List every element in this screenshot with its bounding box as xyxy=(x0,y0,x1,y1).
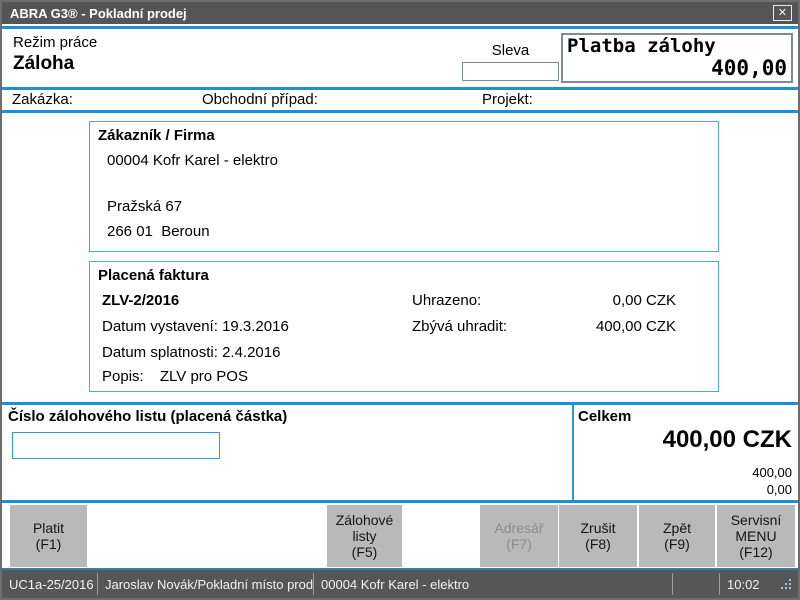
project-label: Projekt: xyxy=(482,91,533,108)
app-window: ABRA G3® - Pokladní prodej ✕ Režim práce… xyxy=(0,0,800,600)
invoice-due-date: Datum splatnosti: 2.4.2016 xyxy=(102,344,280,361)
divider xyxy=(672,573,673,595)
function-button-row: Platit (F1) Zálohové listy (F5) Adresář … xyxy=(2,503,798,568)
remaining-amount-row: Zbývá uhradit: 400,00 CZK xyxy=(90,318,718,338)
back-button-key: (F9) xyxy=(664,536,690,552)
summary-section: Číslo zálohového listu (placená částka) … xyxy=(2,405,798,500)
address-book-button: Adresář (F7) xyxy=(480,505,558,567)
status-user: Jaroslav Novák/Pokladní místo prod. xyxy=(98,577,313,592)
paid-invoice-box: Placená faktura ZLV-2/2016 Datum vystave… xyxy=(89,261,719,392)
back-button-label: Zpět xyxy=(663,520,691,536)
window-title: ABRA G3® - Pokladní prodej xyxy=(10,6,187,21)
status-clock: 10:02 xyxy=(720,577,764,592)
pay-button-key: (F1) xyxy=(36,536,62,552)
work-mode-label: Režim práce xyxy=(13,34,97,51)
remaining-label: Zbývá uhradit: xyxy=(412,318,507,335)
subtotal-value: 400,00 xyxy=(752,465,792,480)
deposit-lists-button[interactable]: Zálohové listy (F5) xyxy=(327,505,402,567)
customer-city: 266 01 Beroun xyxy=(107,223,210,240)
discount-input[interactable] xyxy=(462,62,559,81)
pay-button-label: Platit xyxy=(33,520,64,536)
status-doc-number: UC1a-25/2016 xyxy=(2,577,97,592)
remaining-value: 400,00 CZK xyxy=(596,318,676,335)
total-panel: Celkem 400,00 CZK 400,00 0,00 xyxy=(574,405,798,500)
resize-grip-icon[interactable] xyxy=(779,578,793,591)
cancel-button[interactable]: Zrušit (F8) xyxy=(559,505,637,567)
order-row: Zakázka: Obchodní případ: Projekt: xyxy=(2,90,798,110)
title-bar: ABRA G3® - Pokladní prodej ✕ xyxy=(2,2,798,24)
customer-code-name: 00004 Kofr Karel - elektro xyxy=(107,152,278,169)
header-section: Režim práce Záloha Sleva Platba zálohy 4… xyxy=(2,29,798,87)
paid-value: 0,00 CZK xyxy=(613,292,676,309)
order-label: Zakázka: xyxy=(12,91,73,108)
paid-label: Uhrazeno: xyxy=(412,292,481,309)
status-bar: UC1a-25/2016 Jaroslav Novák/Pokladní mís… xyxy=(2,570,798,598)
customer-street: Pražská 67 xyxy=(107,198,182,215)
due-date-value: 2.4.2016 xyxy=(222,344,280,361)
close-icon[interactable]: ✕ xyxy=(773,5,792,21)
address-book-button-label: Adresář xyxy=(494,520,543,536)
paid-amount-row: Uhrazeno: 0,00 CZK xyxy=(90,292,718,312)
deposit-number-input[interactable] xyxy=(12,432,220,459)
invoice-description: Popis: ZLV pro POS xyxy=(102,368,248,385)
cancel-button-key: (F8) xyxy=(585,536,611,552)
rounding-value: 0,00 xyxy=(767,482,792,497)
total-value: 400,00 CZK xyxy=(663,426,792,454)
service-menu-button[interactable]: Servisní MENU (F12) xyxy=(717,505,795,567)
main-section: Zákazník / Firma 00004 Kofr Karel - elek… xyxy=(2,113,798,402)
service-menu-button-label: Servisní MENU xyxy=(717,512,795,544)
total-label: Celkem xyxy=(578,408,631,425)
work-mode-value: Záloha xyxy=(13,53,74,75)
business-case-label: Obchodní případ: xyxy=(202,91,318,108)
cancel-button-label: Zrušit xyxy=(581,520,616,536)
deposit-input-label: Číslo zálohového listu (placená částka) xyxy=(8,408,287,425)
service-menu-button-key: (F12) xyxy=(739,544,772,560)
status-customer: 00004 Kofr Karel - elektro xyxy=(314,577,672,592)
deposit-lists-button-key: (F5) xyxy=(352,544,378,560)
discount-label: Sleva xyxy=(462,42,559,59)
deposit-lists-button-label: Zálohové listy xyxy=(327,512,402,544)
pay-button[interactable]: Platit (F1) xyxy=(10,505,87,567)
payment-title: Platba zálohy xyxy=(567,35,716,57)
address-book-button-key: (F7) xyxy=(506,536,532,552)
customer-box: Zákazník / Firma 00004 Kofr Karel - elek… xyxy=(89,121,719,252)
customer-box-title: Zákazník / Firma xyxy=(98,127,215,144)
payment-amount: 400,00 xyxy=(711,56,787,80)
payment-display-box: Platba zálohy 400,00 xyxy=(561,33,793,83)
description-value: ZLV pro POS xyxy=(160,368,248,385)
due-date-label: Datum splatnosti: xyxy=(102,344,218,361)
description-label: Popis: xyxy=(102,368,144,385)
invoice-box-title: Placená faktura xyxy=(98,267,209,284)
back-button[interactable]: Zpět (F9) xyxy=(639,505,715,567)
deposit-entry-panel: Číslo zálohového listu (placená částka) xyxy=(2,405,572,500)
